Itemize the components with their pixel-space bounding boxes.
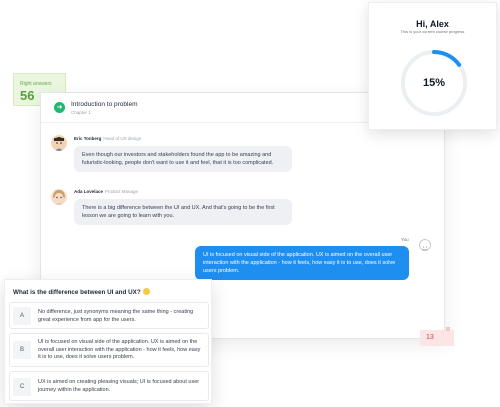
avatar-eric — [51, 135, 67, 151]
lesson-arrow-icon: ➜ — [54, 102, 65, 113]
message-author: Eric Tonberg Head of UX design — [74, 136, 142, 141]
message-bubble: Even though our investors and stakeholde… — [74, 146, 292, 172]
quiz-question: What is the difference between UI and UX… — [13, 288, 150, 296]
quiz-option-b[interactable]: B UI is focused on visual side of the ap… — [9, 333, 209, 367]
thinking-emoji-icon — [142, 288, 150, 295]
badge-corner-mark — [446, 327, 450, 331]
user-message-bubble: UI is focused on visual side of the appl… — [195, 246, 409, 280]
message-bubble: There is a big difference between the UI… — [74, 199, 292, 225]
greeting: Hi, Alex — [416, 19, 449, 29]
you-label: You — [401, 237, 409, 242]
option-text: UX is aimed on creating pleasing visuals… — [38, 379, 200, 393]
lesson-chapter: Chapter 1 — [71, 110, 91, 115]
right-answers-value: 56 — [20, 88, 35, 103]
quiz-option-a[interactable]: A No difference, just synonyms meaning t… — [9, 302, 209, 329]
avatar-ada — [51, 189, 67, 205]
right-answers-label: Right answers — [20, 81, 52, 87]
quiz-option-c[interactable]: C UX is aimed on creating pleasing visua… — [9, 371, 209, 401]
progress-subtitle: This is your current course progress — [400, 29, 465, 34]
wrong-answers-badge: 13 — [420, 327, 454, 346]
option-text: No difference, just synonyms meaning the… — [38, 309, 194, 323]
message-author-role: Head of UX design — [103, 136, 142, 141]
lesson-title: Introduction to problem — [71, 101, 138, 108]
course-progress-card: Hi, Alex This is your current course pro… — [368, 2, 497, 130]
progress-percent: 15% — [422, 77, 446, 89]
smiley-icon[interactable] — [419, 239, 431, 251]
option-text: UI is focused on visual side of the appl… — [38, 339, 201, 360]
option-letter: B — [13, 341, 31, 359]
option-letter: C — [13, 378, 31, 396]
message-author-role: Product Manage — [105, 189, 139, 194]
option-letter: A — [13, 307, 31, 325]
message-author: Ada Lovelace Product Manage — [74, 189, 139, 194]
quiz-card: What is the difference between UI and UX… — [4, 279, 212, 404]
wrong-answers-value: 13 — [426, 334, 434, 341]
